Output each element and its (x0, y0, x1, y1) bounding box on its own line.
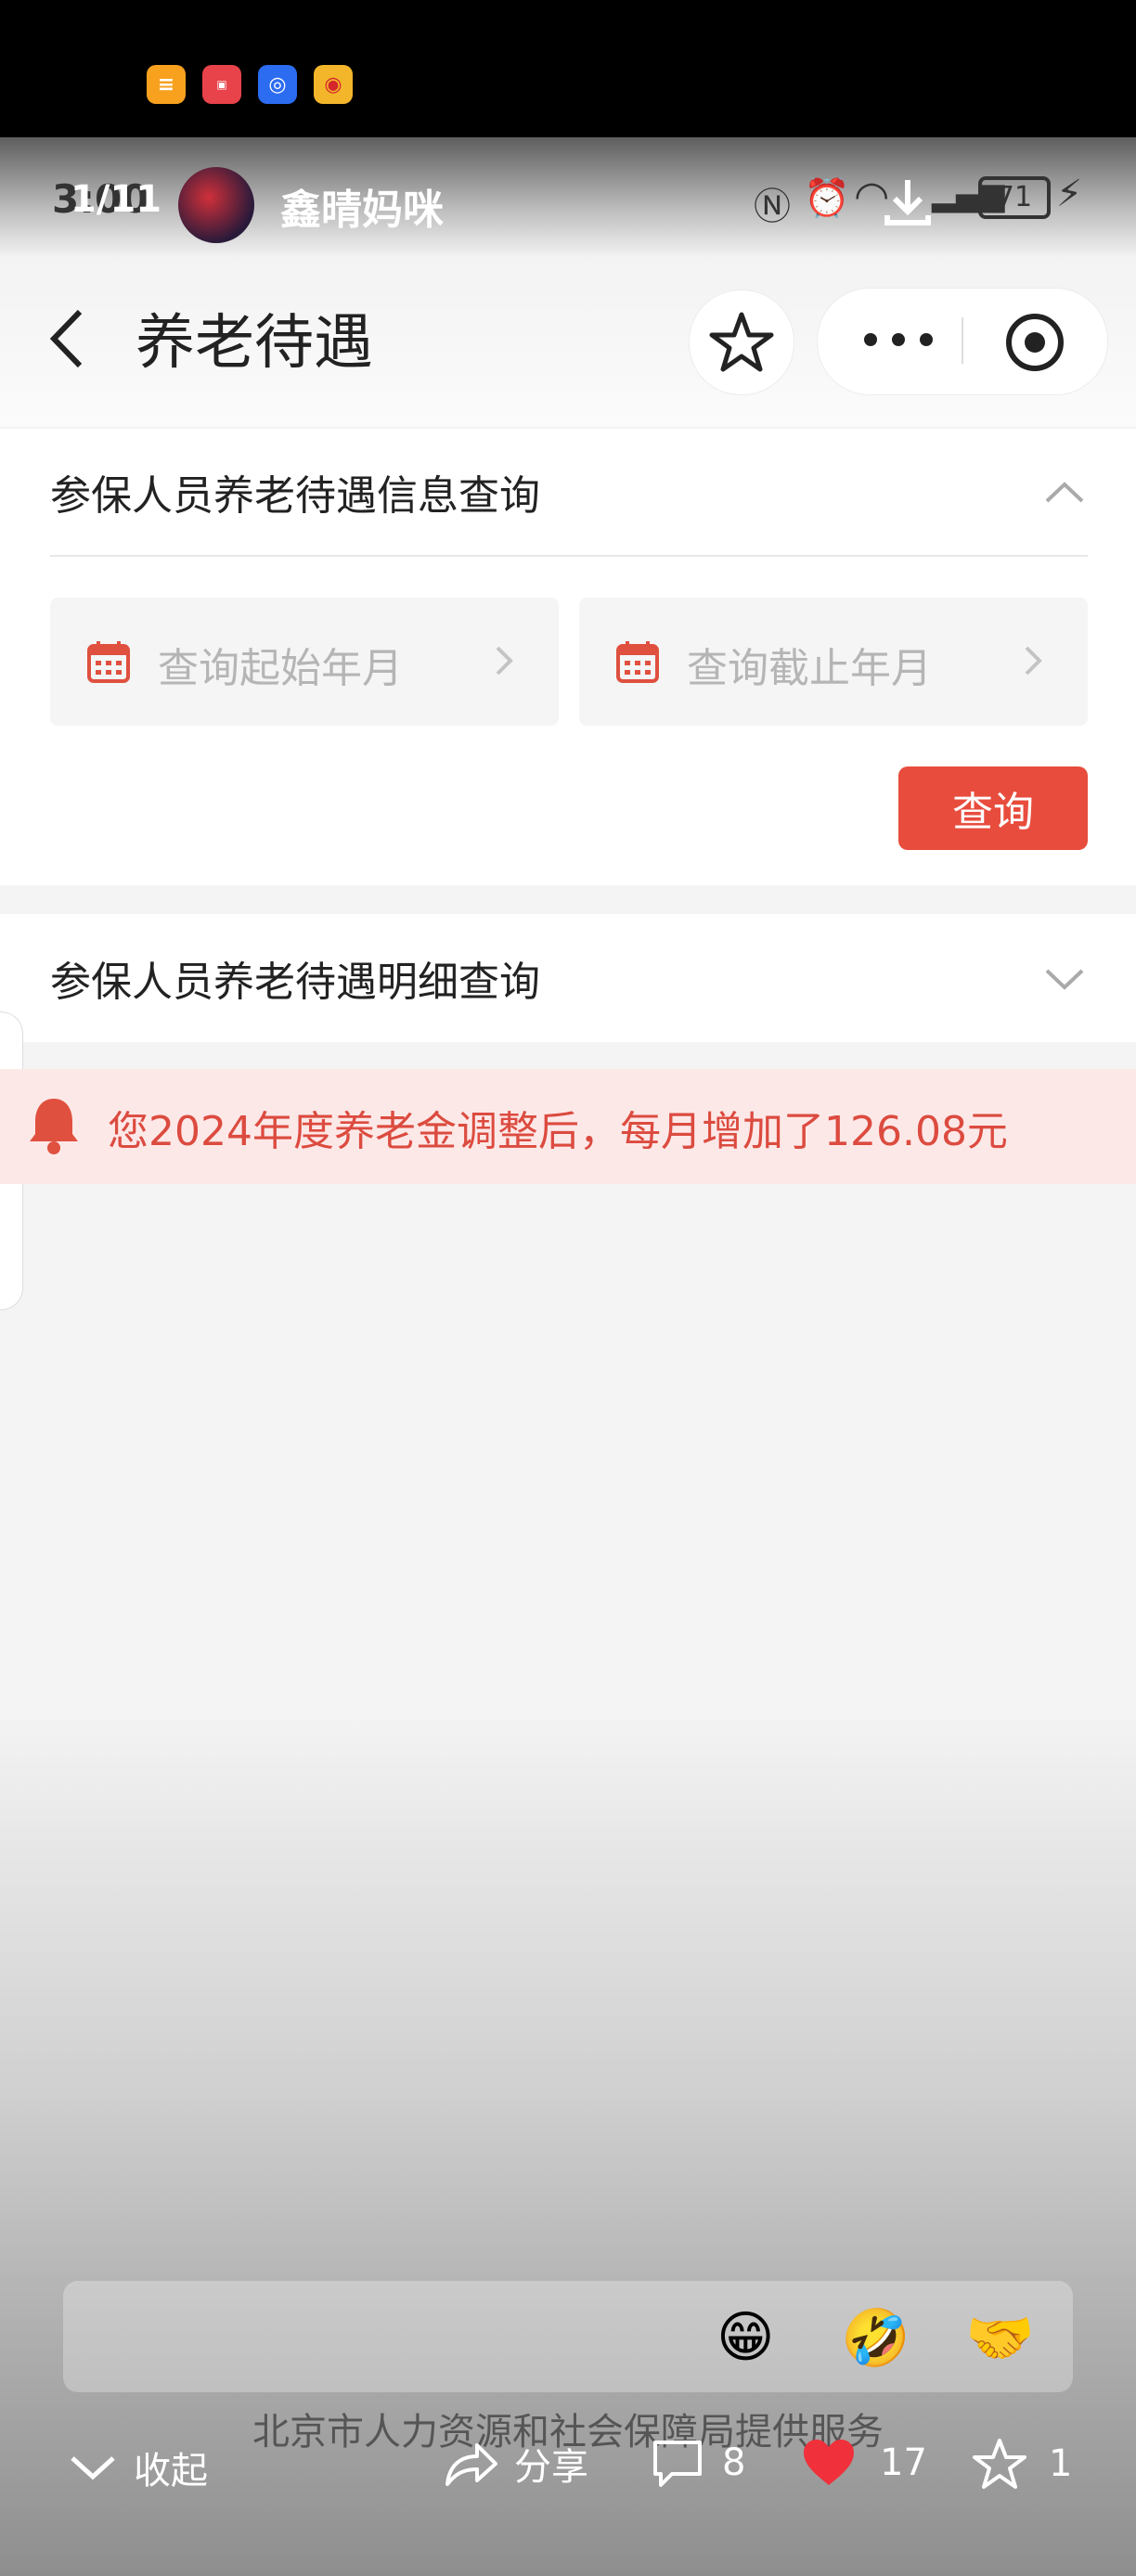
comment-button[interactable]: 8 (650, 2437, 745, 2489)
more-icon[interactable] (854, 312, 943, 367)
image-counter: 1/11 (71, 178, 162, 221)
collapse-label: 收起 (134, 2450, 208, 2492)
chevron-up-icon[interactable] (1041, 473, 1088, 510)
weibo-icon: ◉ (314, 65, 353, 104)
calendar-icon (614, 638, 661, 685)
charging-icon: ⚡ (1056, 173, 1083, 215)
comment-icon (653, 2441, 702, 2487)
chevron-right-icon (490, 642, 518, 679)
nfc-icon: Ⓝ (754, 186, 791, 228)
heart-icon (804, 2440, 854, 2485)
page-title: 养老待遇 (136, 309, 373, 378)
author-avatar[interactable] (178, 167, 254, 243)
collapse-button[interactable]: 收起 (67, 2441, 208, 2494)
star-icon (973, 2439, 1026, 2489)
comment-input[interactable] (63, 2281, 1073, 2392)
divider (50, 555, 1088, 557)
chevron-right-icon (1019, 642, 1047, 679)
calendar-icon (85, 638, 132, 685)
alarm-icon: ⏰ (804, 177, 850, 220)
star-icon (709, 312, 774, 372)
author-name[interactable]: 鑫晴妈咪 (280, 176, 444, 236)
close-miniapp-icon[interactable] (1002, 310, 1067, 375)
favorite-button[interactable] (689, 290, 794, 395)
emoji-handshake[interactable]: 🤝 (965, 2305, 1035, 2371)
capsule-divider (962, 317, 963, 364)
note-app-icon: ≡ (147, 65, 186, 104)
battery-icon: 71 (978, 176, 1051, 219)
share-icon (445, 2443, 497, 2486)
comment-count: 8 (722, 2441, 746, 2484)
chevron-down-icon[interactable] (1041, 960, 1088, 997)
section1-title: 参保人员养老待遇信息查询 (50, 472, 540, 520)
emoji-laugh[interactable]: 🤣 (841, 2305, 910, 2371)
start-date-placeholder: 查询起始年月 (158, 645, 403, 692)
favorite-count: 1 (1049, 2442, 1073, 2485)
end-date-placeholder: 查询截止年月 (687, 645, 932, 692)
bell-icon (26, 1095, 82, 1156)
huawei-store-icon: ▣ (202, 65, 241, 104)
share-button[interactable]: 分享 (442, 2437, 588, 2491)
chevron-down-icon (71, 2456, 115, 2480)
browser-app-icon: ◎ (258, 65, 297, 104)
query-button[interactable]: 查询 (898, 766, 1088, 850)
back-icon[interactable] (45, 306, 91, 371)
like-count: 17 (880, 2441, 927, 2484)
like-button[interactable]: 17 (800, 2437, 927, 2489)
download-icon[interactable] (880, 174, 936, 230)
favorite-count-button[interactable]: 1 (971, 2437, 1072, 2491)
notice-text: 您2024年度养老金调整后，每月增加了126.08元 (108, 1108, 1008, 1155)
section2-title: 参保人员养老待遇明细查询 (50, 959, 540, 1006)
share-label: 分享 (514, 2446, 588, 2489)
emoji-grin[interactable]: 😁 (716, 2305, 775, 2370)
